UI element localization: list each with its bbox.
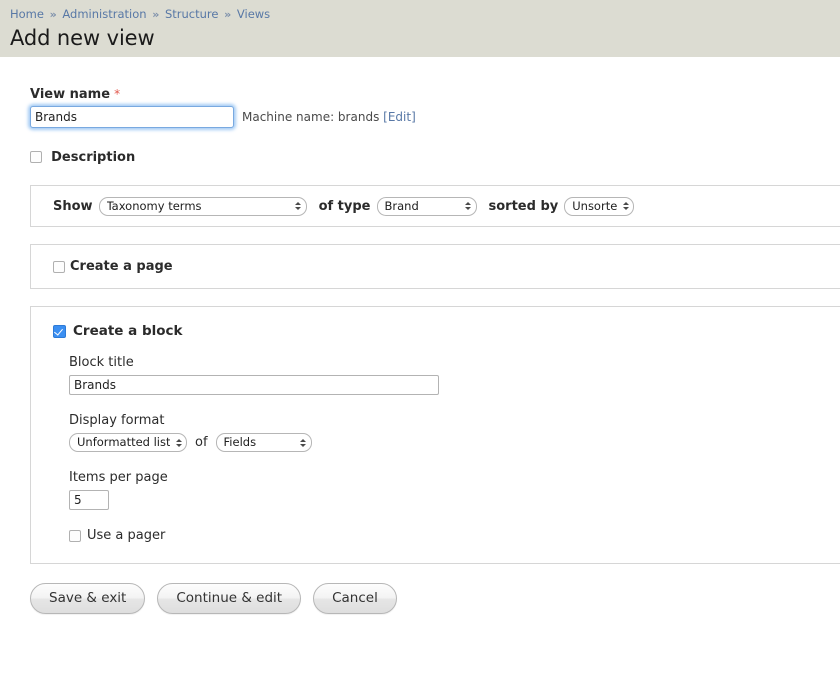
create-block-header: Create a block bbox=[53, 323, 840, 339]
create-page-label: Create a page bbox=[70, 259, 173, 274]
page-header: Home » Administration » Structure » View… bbox=[0, 0, 840, 57]
machine-name-text: Machine name: brands bbox=[242, 110, 380, 124]
display-format-select[interactable]: Unformatted list bbox=[69, 433, 187, 452]
machine-name-edit-link[interactable]: [Edit] bbox=[383, 110, 416, 124]
breadcrumb-separator: » bbox=[224, 8, 232, 21]
row-style-select[interactable]: Fields bbox=[215, 433, 312, 452]
create-block-panel: Create a block Block title Display forma… bbox=[30, 306, 840, 564]
items-per-page-input[interactable] bbox=[69, 490, 109, 510]
main-content: View name * Machine name: brands [Edit] … bbox=[0, 57, 840, 690]
display-format-select-wrap: Unformatted list bbox=[69, 433, 187, 452]
save-exit-button[interactable]: Save & exit bbox=[30, 583, 146, 614]
form-actions: Save & exit Continue & edit Cancel bbox=[30, 583, 840, 614]
continue-edit-button[interactable]: Continue & edit bbox=[157, 583, 302, 614]
required-indicator: * bbox=[114, 87, 121, 101]
display-format-label: Display format bbox=[69, 413, 165, 428]
create-page-checkbox[interactable] bbox=[53, 260, 65, 273]
show-panel: Show Taxonomy terms of type Brand sorted… bbox=[30, 185, 840, 227]
create-page-panel: Create a page bbox=[30, 244, 840, 289]
block-title-group: Block title bbox=[69, 355, 840, 395]
block-title-input[interactable] bbox=[69, 375, 439, 395]
view-name-group: View name * Machine name: brands [Edit] … bbox=[0, 87, 840, 165]
show-select-wrap: Taxonomy terms bbox=[98, 196, 307, 216]
breadcrumb-item-structure[interactable]: Structure bbox=[165, 7, 219, 21]
description-group: Description bbox=[30, 150, 840, 165]
sorted-by-select-wrap: Unsorted bbox=[564, 196, 635, 216]
cancel-button[interactable]: Cancel bbox=[313, 583, 397, 614]
of-type-select[interactable]: Brand bbox=[376, 196, 477, 216]
breadcrumb-item-administration[interactable]: Administration bbox=[62, 7, 146, 21]
description-checkbox[interactable] bbox=[30, 151, 42, 163]
display-format-group: Display format Unformatted list of Field… bbox=[69, 413, 840, 452]
sorted-by-select[interactable]: Unsorted bbox=[564, 196, 635, 216]
view-name-input[interactable] bbox=[30, 106, 234, 128]
use-pager-group: Use a pager bbox=[69, 528, 840, 543]
show-label: Show bbox=[53, 198, 93, 214]
breadcrumb: Home » Administration » Structure » View… bbox=[0, 7, 840, 22]
block-settings: Block title Display format Unformatted l… bbox=[53, 355, 840, 543]
sorted-by-label: sorted by bbox=[488, 198, 559, 214]
breadcrumb-item-views[interactable]: Views bbox=[237, 7, 270, 21]
breadcrumb-item-home[interactable]: Home bbox=[10, 7, 44, 21]
create-block-label: Create a block bbox=[73, 323, 183, 339]
description-label: Description bbox=[51, 150, 136, 165]
breadcrumb-separator: » bbox=[49, 8, 57, 21]
row-style-select-wrap: Fields bbox=[215, 433, 312, 452]
use-pager-label: Use a pager bbox=[87, 528, 166, 543]
use-pager-checkbox[interactable] bbox=[69, 529, 81, 542]
of-type-select-wrap: Brand bbox=[376, 196, 477, 216]
create-block-checkbox[interactable] bbox=[53, 324, 66, 338]
items-per-page-label: Items per page bbox=[69, 470, 168, 485]
breadcrumb-separator: » bbox=[152, 8, 160, 21]
view-name-label: View name * bbox=[30, 87, 121, 102]
items-per-page-group: Items per page bbox=[69, 470, 840, 510]
show-base-select[interactable]: Taxonomy terms bbox=[98, 196, 307, 216]
block-title-label: Block title bbox=[69, 355, 134, 370]
display-format-of-label: of bbox=[195, 435, 208, 450]
machine-name: Machine name: brands [Edit] bbox=[242, 110, 416, 124]
of-type-label: of type bbox=[318, 198, 371, 214]
page-title: Add new view bbox=[10, 26, 155, 50]
